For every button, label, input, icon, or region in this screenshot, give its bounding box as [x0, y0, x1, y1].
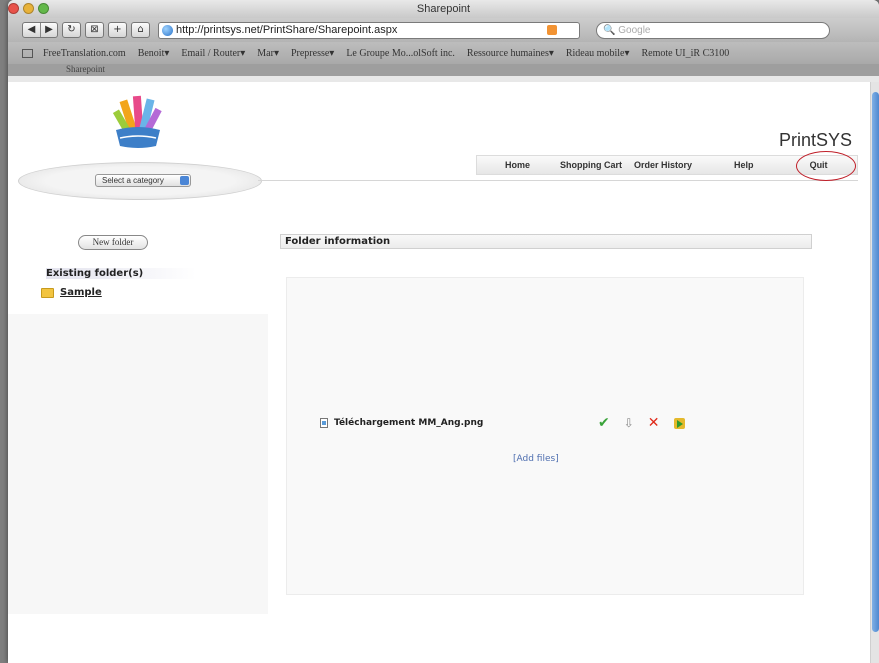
bookmark-item[interactable]: Le Groupe Mo...olSoft inc.: [346, 48, 455, 59]
back-arrow-icon[interactable]: ◀: [23, 23, 40, 37]
file-actions: ✔ ⇩ ✕: [598, 415, 685, 431]
folder-icon: [41, 287, 54, 298]
nav-home[interactable]: Home: [505, 160, 530, 170]
search-field[interactable]: 🔍 Google: [596, 21, 830, 39]
bookmark-item[interactable]: Ressource humaines▾: [467, 48, 554, 59]
scrollbar-thumb[interactable]: [872, 92, 879, 632]
file-row: Téléchargement MM_Ang.png: [320, 418, 483, 428]
new-folder-button[interactable]: New folder: [78, 235, 148, 250]
bookmark-item[interactable]: Mar▾: [257, 48, 279, 59]
search-icon: 🔍: [603, 24, 619, 36]
bookmark-item[interactable]: Benoit▾: [138, 48, 170, 59]
nav-order-history[interactable]: Order History: [634, 160, 692, 170]
quit-highlight-circle: [796, 151, 856, 181]
delete-icon[interactable]: ✕: [648, 415, 660, 431]
home-icon[interactable]: ⌂: [131, 22, 150, 38]
bookmark-item[interactable]: Prepresse▾: [291, 48, 334, 59]
bookmark-item[interactable]: FreeTranslation.com: [43, 48, 126, 59]
brand-name: PrintSYS: [778, 130, 852, 150]
sidebar-background: [8, 314, 268, 614]
bookmarks-bar: FreeTranslation.com Benoit▾ Email / Rout…: [8, 42, 879, 64]
reload-icon[interactable]: ↻: [62, 22, 81, 38]
forward-arrow-icon[interactable]: ▶: [40, 23, 57, 37]
address-url: http://printsys.net/PrintShare/Sharepoin…: [176, 24, 398, 36]
snapback-icon[interactable]: ⊠: [85, 22, 104, 38]
vertical-scrollbar[interactable]: [870, 82, 879, 663]
browser-window: Sharepoint ◀ ▶ ↻ ⊠ + ⌂ http://printsys.n…: [8, 0, 879, 663]
search-placeholder: Google: [618, 24, 651, 36]
chevron-down-icon: [180, 176, 189, 185]
title-bar: Sharepoint: [8, 0, 879, 18]
image-file-icon: [320, 418, 328, 428]
web-page: PrintSYS Select a category Home Shopping…: [8, 82, 870, 663]
window-title: Sharepoint: [416, 3, 471, 15]
globe-icon: [162, 24, 173, 36]
existing-folders-heading: Existing folder(s): [46, 268, 196, 279]
bookmark-item[interactable]: Remote UI_iR C3100: [641, 48, 729, 59]
address-bar[interactable]: http://printsys.net/PrintShare/Sharepoin…: [158, 21, 580, 39]
folder-information-header: Folder information: [280, 234, 812, 249]
browser-toolbar: ◀ ▶ ↻ ⊠ + ⌂ http://printsys.net/PrintSha…: [8, 18, 879, 42]
add-files-link[interactable]: [Add files]: [513, 454, 559, 464]
move-file-icon[interactable]: [673, 417, 685, 429]
logo-icon: [112, 95, 162, 148]
folder-item-sample[interactable]: Sample: [41, 287, 102, 298]
back-forward-buttons: ◀ ▶: [22, 22, 58, 38]
bookmark-item[interactable]: Email / Router▾: [181, 48, 245, 59]
nav-help[interactable]: Help: [734, 160, 754, 170]
tab-bar: Sharepoint: [8, 64, 879, 76]
download-icon[interactable]: ⇩: [624, 416, 634, 430]
divider: [258, 180, 858, 181]
folder-panel: [286, 277, 804, 595]
category-select-label: Select a category: [102, 176, 164, 185]
file-name[interactable]: Téléchargement MM_Ang.png: [334, 418, 483, 428]
bookmark-item[interactable]: Rideau mobile▾: [566, 48, 630, 59]
book-icon[interactable]: [22, 48, 33, 58]
nav-shopping-cart[interactable]: Shopping Cart: [560, 160, 622, 170]
add-bookmark-icon[interactable]: +: [108, 22, 127, 38]
category-select[interactable]: Select a category: [95, 174, 191, 187]
rss-icon[interactable]: [547, 25, 558, 35]
tab-sharepoint[interactable]: Sharepoint: [66, 64, 105, 74]
folder-link[interactable]: Sample: [60, 287, 102, 298]
check-icon[interactable]: ✔: [598, 415, 610, 431]
